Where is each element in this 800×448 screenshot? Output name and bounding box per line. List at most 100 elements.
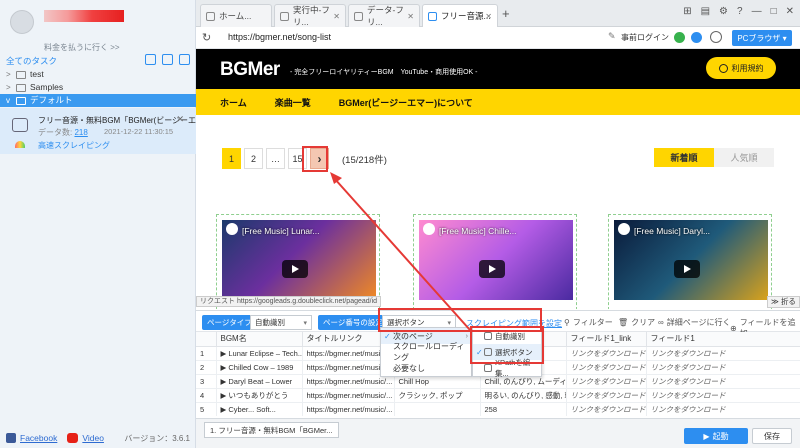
detail-page-button[interactable]: ∞ 詳細ページに行く [658, 317, 731, 328]
tab-free-music[interactable]: フリー音源... ✕ [422, 4, 498, 27]
dropdown-label: 必要なし [393, 363, 425, 373]
play-icon[interactable] [674, 260, 700, 278]
col-header[interactable]: BGM名 [216, 332, 303, 347]
nav-home[interactable]: ホーム [220, 96, 247, 109]
document-icon[interactable]: ▤ [701, 6, 710, 17]
upgrade-link[interactable]: 料金を払うに行く >> [44, 42, 120, 53]
nav-song-list[interactable]: 楽曲一覧 [275, 96, 311, 109]
site-logo[interactable]: BGMer [220, 59, 280, 81]
table-cell: ▶ Lunar Eclipse – Tech... [216, 346, 303, 361]
sidebar-footer: Facebook Video バージョン：3.6.1 [0, 428, 196, 448]
page-1[interactable]: 1 [222, 148, 241, 169]
tab-data[interactable]: データ-フリ... ✕ [348, 4, 420, 27]
table-cell: リンクをダウンロード [646, 388, 800, 403]
avatar[interactable] [10, 10, 34, 34]
song-card[interactable]: [Free Music] Daryl... [608, 214, 772, 309]
page-ellipsis: … [266, 148, 285, 169]
page-icon [428, 11, 437, 21]
save-button[interactable]: 保存 [752, 428, 792, 444]
reload-icon[interactable]: ↻ [202, 31, 211, 44]
minimize-icon[interactable]: — [752, 6, 762, 17]
table-cell: ▶ Chilled Cow – 1989 [216, 360, 303, 375]
task-count[interactable]: 218 [74, 128, 87, 137]
page-number-dropdown: ✓ 次のページ › スクロールローディング 必要なし [380, 327, 472, 377]
page-type-select[interactable]: 自動識別 ▾ [250, 315, 312, 330]
folder-samples[interactable]: > Samples [0, 81, 196, 94]
filter-icon: ⚲ [564, 318, 570, 327]
table-cell: リンクをダウンロード [566, 388, 647, 403]
tab-running[interactable]: 実行中-フリ... ✕ [274, 4, 346, 27]
play-icon: ▶ [703, 431, 710, 441]
close-icon[interactable]: ✕ [485, 12, 492, 21]
settings-icon[interactable]: ⚙ [719, 6, 728, 17]
folder-icon [16, 83, 26, 92]
help-icon[interactable]: ? [737, 6, 743, 17]
video-title: [Free Music] Chille... [439, 226, 517, 236]
url-field[interactable]: https://bgmer.net/song-list [228, 32, 331, 42]
video-thumbnail[interactable]: [Free Music] Lunar... [222, 220, 376, 300]
channel-icon [423, 223, 435, 235]
new-folder-icon[interactable] [145, 54, 156, 65]
link-icon: ∞ [658, 318, 664, 327]
sort-popular[interactable]: 人気順 [714, 148, 774, 167]
folder-default[interactable]: v デフォルト [0, 94, 196, 107]
new-tab-icon[interactable]: + [502, 6, 510, 21]
page-2[interactable]: 2 [244, 148, 263, 169]
maximize-icon[interactable]: □ [771, 6, 777, 17]
video-thumbnail[interactable]: [Free Music] Chille... [419, 220, 573, 300]
nav-about[interactable]: BGMer(ビージーエマー)について [339, 96, 473, 109]
table-row[interactable]: 5 ▶ Cyber... Soft... https://bgmer.net/mus… [196, 402, 800, 416]
start-button[interactable]: ▶ 起動 [684, 428, 748, 444]
song-card[interactable]: [Free Music] Chille... [413, 214, 577, 309]
dropdown-none[interactable]: 必要なし [381, 360, 471, 376]
speed-scraping-label[interactable]: 高速スクレイピング [38, 140, 110, 151]
video-thumbnail[interactable]: [Free Music] Daryl... [614, 220, 768, 300]
page-icon [354, 11, 363, 21]
sort-newest[interactable]: 新着順 [654, 148, 714, 167]
close-icon[interactable]: ✕ [333, 12, 340, 21]
site-nav: ホーム 楽曲一覧 BGMer(ビージーエマー)について [196, 89, 800, 115]
facebook-icon [6, 433, 16, 443]
folder-test[interactable]: > test [0, 68, 196, 81]
youtube-icon [67, 433, 79, 443]
close-icon[interactable]: ✕ [786, 6, 794, 17]
table-row[interactable]: 4 ▶ いつもありがとう https://bgmer.net/music/... クラ… [196, 388, 800, 403]
filter-button[interactable]: ⚲ フィルター [564, 317, 613, 328]
facebook-link[interactable]: Facebook [20, 433, 57, 443]
import-icon[interactable] [162, 54, 173, 65]
start-label: 起動 [712, 431, 729, 441]
fold-button[interactable]: ≫ 折る [767, 296, 800, 308]
table-cell: 5 [196, 402, 217, 416]
table-cell [394, 402, 481, 416]
export-icon[interactable] [179, 54, 190, 65]
chevron-right-icon: > [6, 70, 11, 79]
pc-browser-dropdown[interactable]: PCブラウザ ▾ [732, 30, 792, 46]
speedometer-icon [15, 141, 25, 148]
tab-home[interactable]: ホーム... [200, 4, 272, 27]
all-tasks-link[interactable]: 全てのタスク [6, 55, 57, 67]
proxy-icon[interactable] [691, 32, 702, 43]
col-header[interactable]: フィールド1 [646, 332, 800, 347]
terms-button[interactable]: 利用規約 [706, 57, 776, 79]
song-card[interactable]: [Free Music] Lunar... [216, 214, 380, 309]
gift-icon[interactable]: ⊞ [683, 6, 691, 17]
video-link[interactable]: Video [82, 433, 104, 443]
play-icon[interactable] [479, 260, 505, 278]
play-icon[interactable] [282, 260, 308, 278]
webpage-view: BGMer - 完全フリーロイヤリティーBGM YouTube・商用使用OK -… [196, 49, 800, 309]
task-card[interactable]: フリー音源・無料BGM「BGMer(ビージーエ... ✕ データ数: 218 2… [0, 108, 203, 154]
status-icon[interactable] [674, 32, 685, 43]
dropdown-scroll-loading[interactable]: スクロールローディング [381, 342, 471, 362]
col-header[interactable]: フィールド1_link [566, 332, 647, 347]
task-tab[interactable]: 1. フリー音源・無料BGM「BGMer... [204, 422, 339, 438]
close-icon[interactable]: ✕ [176, 114, 184, 125]
site-header: BGMer - 完全フリーロイヤリティーBGM YouTube・商用使用OK -… [196, 49, 800, 89]
page-type-button[interactable]: ページタイプ [202, 315, 257, 330]
prelogin-button[interactable]: 事前ログイン [621, 32, 669, 43]
table-cell: 1 [196, 346, 217, 361]
globe-icon[interactable] [710, 31, 722, 43]
pencil-icon[interactable]: ✎ [608, 31, 616, 42]
close-icon[interactable]: ✕ [407, 12, 414, 21]
clear-button[interactable]: 🗑 クリア [618, 317, 655, 328]
folder-icon [16, 70, 26, 79]
